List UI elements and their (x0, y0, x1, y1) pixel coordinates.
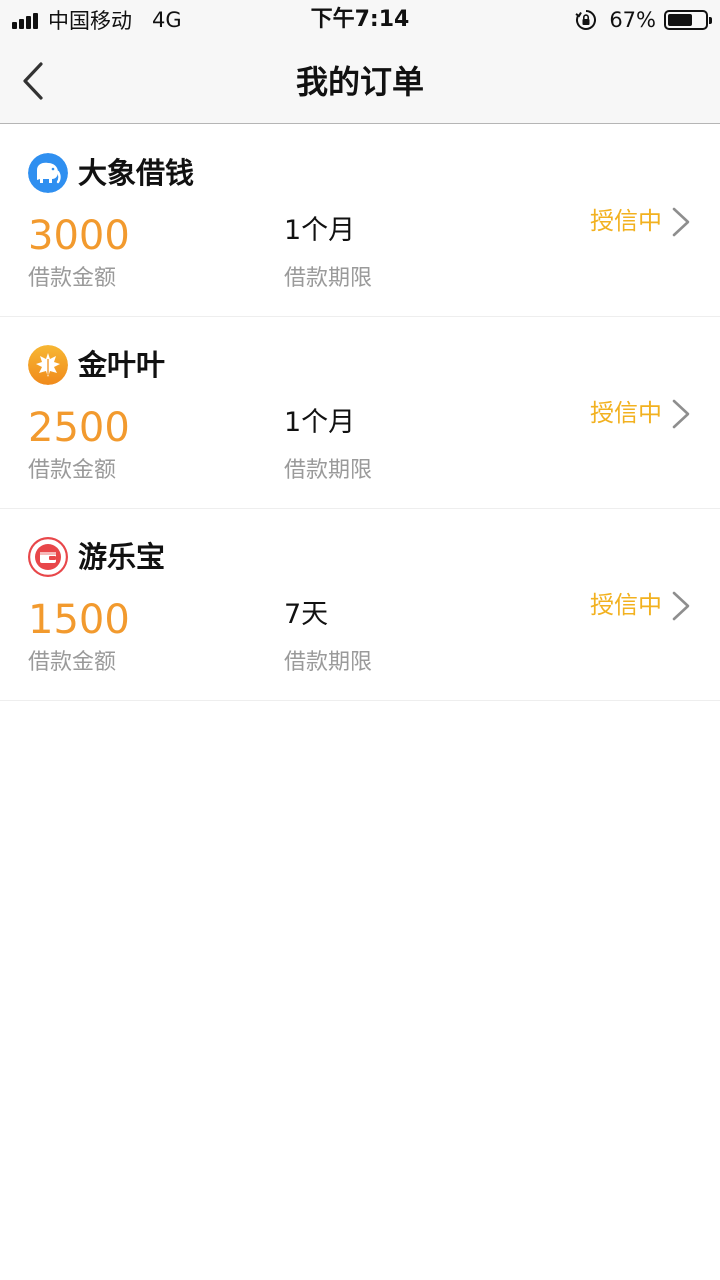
loan-amount-label: 借款金额 (28, 458, 117, 483)
order-card[interactable]: 大象借钱 3000 借款金额 1个月 借款期限 授信中 (0, 125, 720, 317)
loan-amount: 2500 (28, 405, 130, 451)
status-bar: 中国移动 4G 下午7:14 67% (0, 0, 720, 40)
loan-term-label: 借款期限 (284, 650, 373, 675)
order-status: 授信中 (590, 591, 662, 619)
order-status: 授信中 (590, 399, 662, 427)
rotation-lock-icon (575, 10, 597, 30)
lender-name: 金叶叶 (78, 348, 166, 382)
battery-icon (664, 10, 712, 30)
loan-term-label: 借款期限 (284, 266, 373, 291)
chevron-right-icon (672, 591, 690, 621)
chevron-right-icon (672, 399, 690, 429)
loan-term: 7天 (284, 599, 329, 630)
order-card[interactable]: 金叶叶 2500 借款金额 1个月 借款期限 授信中 (0, 317, 720, 509)
loan-amount-label: 借款金额 (28, 266, 117, 291)
loan-term: 1个月 (284, 407, 356, 438)
lender-name: 大象借钱 (78, 156, 195, 190)
order-card[interactable]: 游乐宝 1500 借款金额 7天 借款期限 授信中 (0, 509, 720, 701)
elephant-icon (28, 153, 68, 193)
status-bar-right: 67% (575, 6, 712, 34)
battery-percent: 67% (609, 8, 656, 32)
chevron-right-icon (672, 207, 690, 237)
loan-term-label: 借款期限 (284, 458, 373, 483)
wallet-icon (28, 537, 68, 577)
order-list: 大象借钱 3000 借款金额 1个月 借款期限 授信中 金叶叶 2500 借款金… (0, 125, 720, 701)
leaf-icon (28, 345, 68, 385)
page-title: 我的订单 (295, 63, 424, 101)
loan-amount-label: 借款金额 (28, 650, 117, 675)
loan-term: 1个月 (284, 215, 356, 246)
nav-bar: 我的订单 (0, 40, 720, 124)
order-status: 授信中 (590, 207, 662, 235)
lender-name: 游乐宝 (78, 540, 166, 574)
loan-amount: 3000 (28, 213, 130, 259)
loan-amount: 1500 (28, 597, 130, 643)
